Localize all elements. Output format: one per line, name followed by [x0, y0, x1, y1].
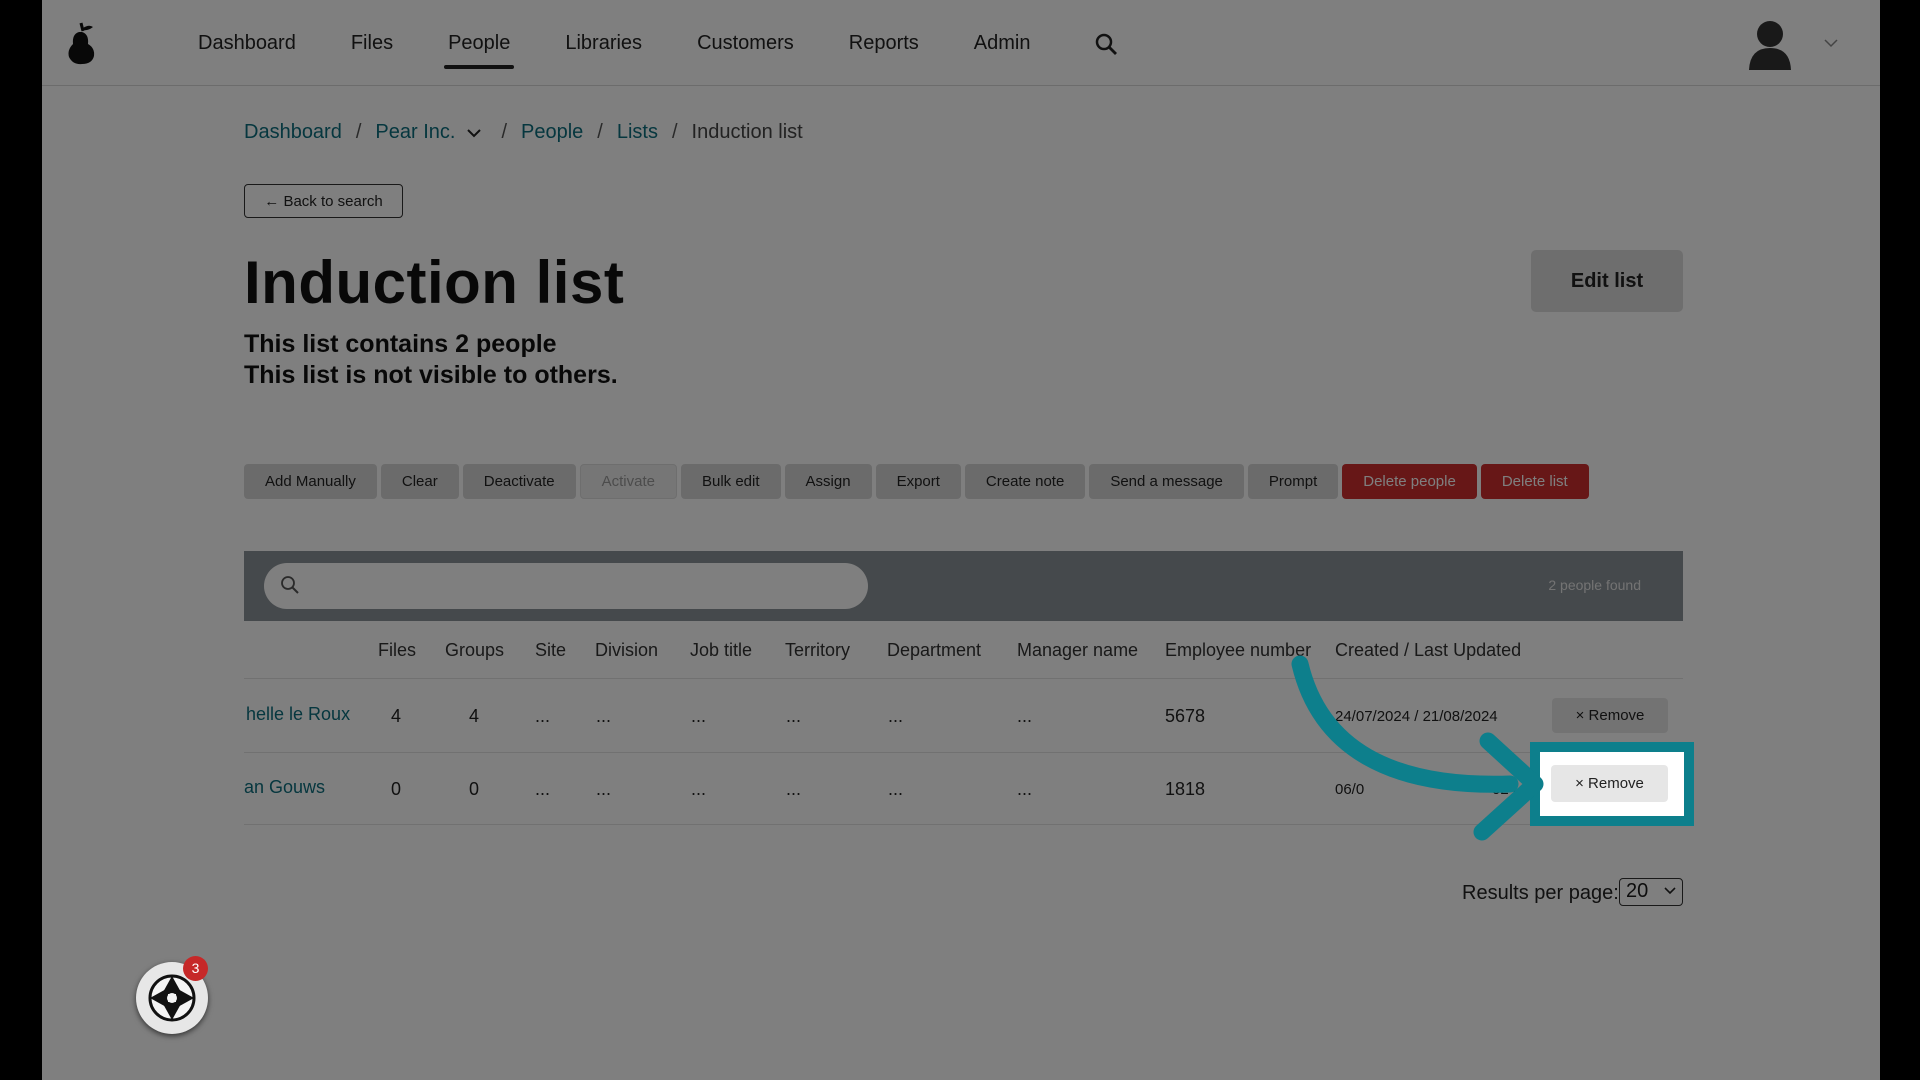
column-header-employee-number[interactable]: Employee number	[1165, 640, 1311, 661]
cell-division: ...	[596, 779, 612, 799]
cell-site: ...	[535, 779, 551, 799]
cell-employee-number: 1818	[1165, 779, 1206, 799]
cell-territory: ...	[786, 779, 802, 799]
breadcrumb-current: Induction list	[691, 121, 803, 143]
breadcrumb-separator: /	[501, 121, 508, 143]
cell-groups: 4	[469, 706, 480, 726]
cell-manager: ...	[1017, 706, 1033, 726]
page-title: Induction list	[244, 249, 625, 316]
breadcrumb-people[interactable]: People	[521, 121, 583, 144]
back-to-search-button[interactable]: ← Back to search	[244, 184, 403, 218]
breadcrumb-lists[interactable]: Lists	[617, 121, 658, 144]
remove-person-button[interactable]: × Remove	[1552, 698, 1668, 733]
person-name-link[interactable]: an Gouws	[244, 777, 325, 798]
cell-job-title: ...	[691, 779, 707, 799]
nav-reports[interactable]: Reports	[849, 0, 919, 86]
cell-created-end: 024	[1492, 781, 1518, 798]
edit-list-button[interactable]: Edit list	[1531, 250, 1683, 312]
nav-people[interactable]: People	[444, 0, 515, 86]
cell-department: ...	[888, 779, 904, 799]
column-header-division[interactable]: Division	[595, 640, 658, 661]
table-divider	[244, 678, 1683, 679]
results-per-page-label: Results per page:	[1462, 882, 1619, 904]
cell-files: 0	[391, 779, 402, 799]
breadcrumb-separator: /	[597, 121, 603, 143]
column-header-created[interactable]: Created / Last Updated	[1335, 640, 1521, 661]
cell-job-title: ...	[691, 706, 707, 726]
cell-site: ...	[535, 706, 551, 726]
table-search-bar: 2 people found	[244, 551, 1683, 621]
nav-files[interactable]: Files	[351, 0, 393, 86]
breadcrumb-separator: /	[671, 121, 678, 143]
clear-button[interactable]: Clear	[380, 464, 459, 499]
breadcrumb-org[interactable]: Pear Inc.	[375, 121, 455, 144]
export-button[interactable]: Export	[875, 464, 961, 499]
results-per-page-select[interactable]: 20	[1619, 878, 1683, 906]
column-header-job-title[interactable]: Job title	[690, 640, 752, 661]
bulk-edit-button[interactable]: Bulk edit	[680, 464, 781, 499]
search-icon[interactable]	[1094, 32, 1118, 56]
create-note-button[interactable]: Create note	[964, 464, 1086, 499]
list-count-text: This list contains 2 people	[244, 330, 557, 358]
highlighted-remove-target: × Remove	[1530, 742, 1694, 826]
send-message-button[interactable]: Send a message	[1089, 464, 1244, 499]
tutorial-overlay	[42, 0, 1880, 1080]
activate-button[interactable]: Activate	[579, 464, 677, 499]
search-icon	[281, 576, 299, 594]
nav-admin[interactable]: Admin	[974, 0, 1031, 86]
breadcrumb: Dashboard / Pear Inc. / People / Lists /…	[244, 121, 803, 144]
delete-people-button[interactable]: Delete people	[1342, 464, 1477, 499]
remove-person-button[interactable]: × Remove	[1551, 765, 1668, 802]
people-search-input[interactable]	[264, 563, 868, 609]
cell-department: ...	[888, 706, 904, 726]
breadcrumb-dashboard[interactable]: Dashboard	[244, 121, 342, 144]
cell-created: 06/0	[1335, 781, 1365, 798]
nav-dashboard[interactable]: Dashboard	[198, 0, 296, 86]
column-header-groups[interactable]: Groups	[445, 640, 504, 661]
table-divider	[244, 752, 1683, 753]
column-header-files[interactable]: Files	[378, 640, 416, 661]
column-header-department[interactable]: Department	[887, 640, 981, 661]
action-toolbar: Add Manually Clear Deactivate Activate B…	[244, 464, 1593, 499]
cell-employee-number: 5678	[1165, 706, 1206, 726]
pear-logo-icon[interactable]	[64, 20, 98, 66]
table-divider	[244, 824, 1683, 825]
pointer-arrow-icon	[1291, 655, 1544, 841]
chevron-down-icon[interactable]	[1824, 38, 1838, 48]
nav-customers[interactable]: Customers	[697, 0, 794, 86]
column-header-territory[interactable]: Territory	[785, 640, 850, 661]
add-manually-button[interactable]: Add Manually	[244, 464, 377, 499]
cell-manager: ...	[1017, 779, 1033, 799]
breadcrumb-separator: /	[355, 121, 362, 143]
top-navbar: Dashboard Files People Libraries Custome…	[42, 0, 1880, 86]
prompt-button[interactable]: Prompt	[1247, 464, 1339, 499]
chevron-down-icon	[1664, 887, 1676, 895]
delete-list-button[interactable]: Delete list	[1480, 464, 1589, 499]
cell-groups: 0	[469, 779, 480, 799]
results-per-page-value: 20	[1626, 880, 1649, 902]
chevron-down-icon[interactable]	[467, 128, 482, 138]
cell-territory: ...	[786, 706, 802, 726]
cell-files: 4	[391, 706, 402, 726]
deactivate-button[interactable]: Deactivate	[462, 464, 576, 499]
list-visibility-text: This list is not visible to others.	[244, 361, 618, 389]
assign-button[interactable]: Assign	[784, 464, 872, 499]
user-avatar-icon[interactable]	[1746, 18, 1794, 70]
cell-division: ...	[596, 706, 612, 726]
column-header-manager[interactable]: Manager name	[1017, 640, 1138, 661]
person-name-link[interactable]: helle le Roux	[246, 704, 350, 725]
nav-libraries[interactable]: Libraries	[565, 0, 642, 86]
cell-created: 24/07/2024 / 21/08/2024	[1335, 708, 1498, 725]
column-header-site[interactable]: Site	[535, 640, 566, 661]
app-window: Dashboard Files People Libraries Custome…	[42, 0, 1880, 1080]
main-nav: Dashboard Files People Libraries Custome…	[198, 0, 1086, 86]
results-count: 2 people found	[1548, 577, 1641, 593]
notification-badge: 3	[183, 956, 208, 981]
